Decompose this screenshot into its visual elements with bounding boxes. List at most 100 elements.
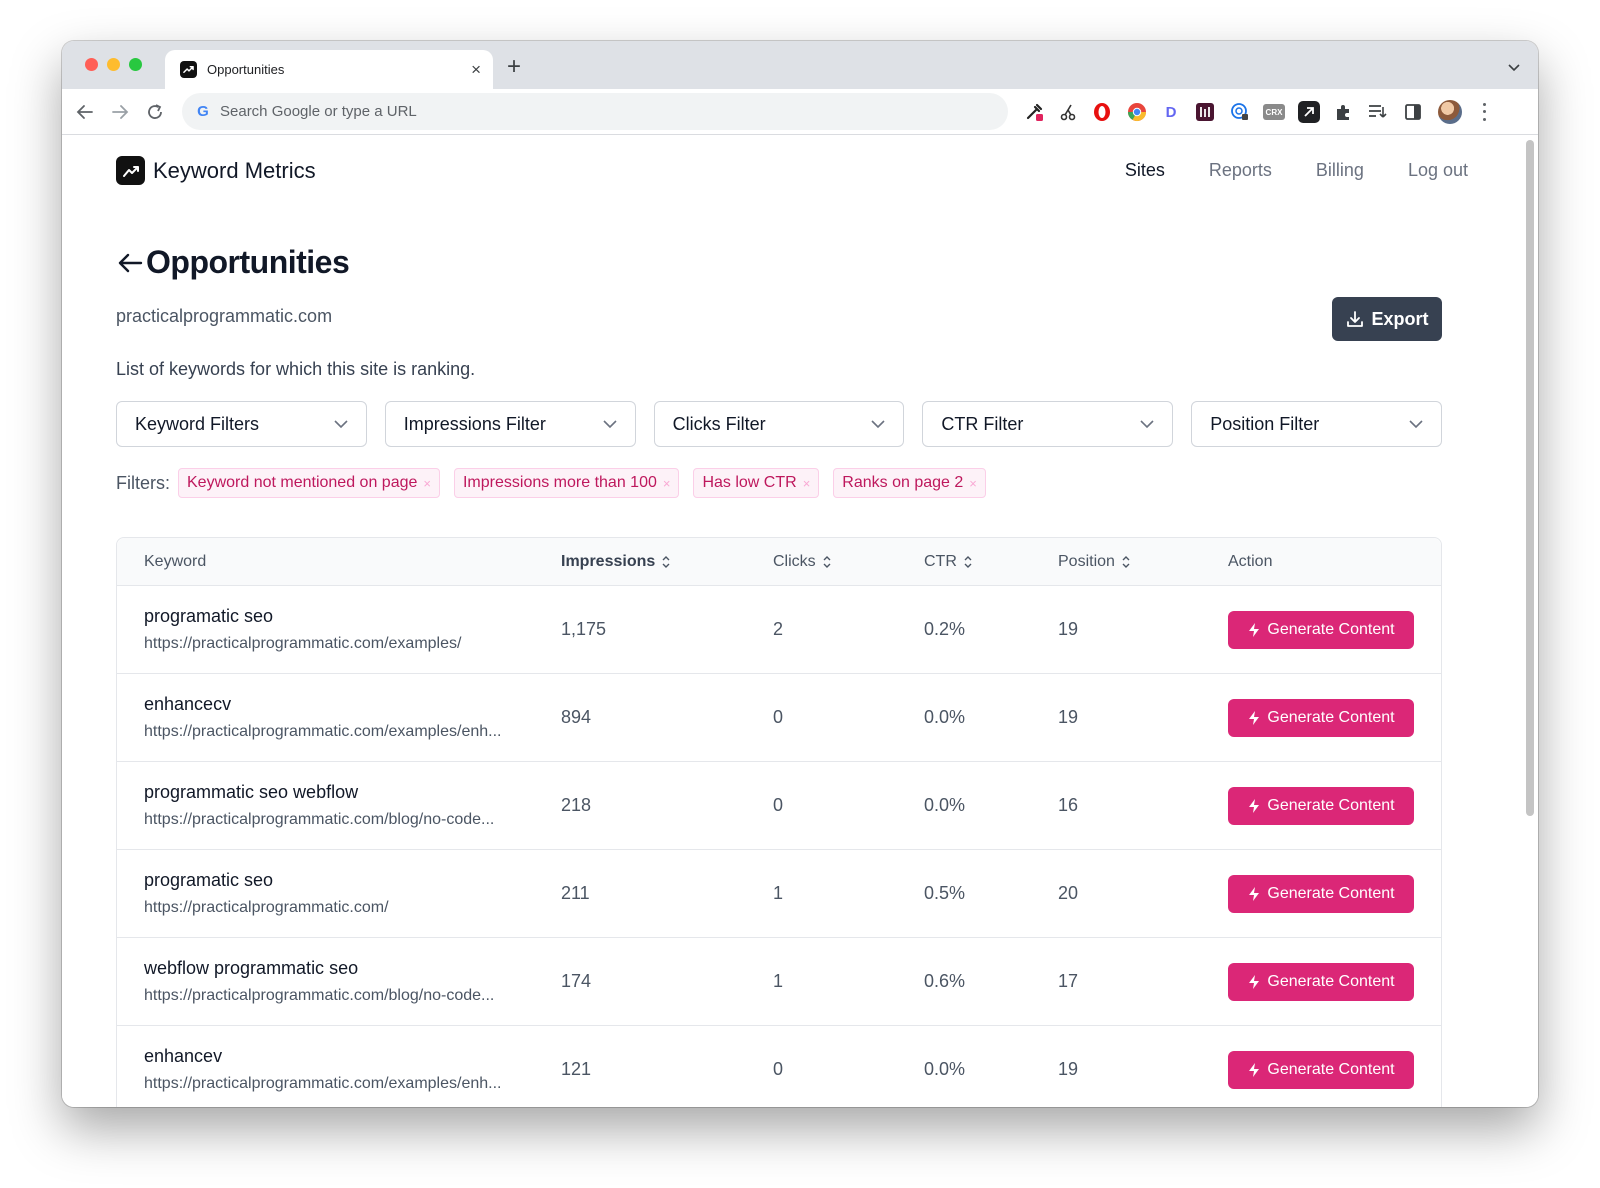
browser-window: Opportunities × + G Search Google or typ… — [62, 41, 1538, 1107]
filter-chip[interactable]: Has low CTR × — [693, 468, 820, 498]
page-title: Opportunities — [146, 244, 350, 280]
sort-clicks[interactable]: Clicks — [773, 553, 832, 571]
eyedropper-icon[interactable] — [1023, 101, 1045, 123]
sidepanel-icon[interactable] — [1402, 101, 1424, 123]
scrollbar[interactable] — [1526, 140, 1534, 816]
header-impressions: Impressions — [561, 552, 656, 570]
crx-icon[interactable]: CRX — [1263, 104, 1285, 120]
position-cell: 19 — [1058, 619, 1079, 639]
back-icon[interactable] — [72, 99, 98, 125]
minimize-window-button[interactable] — [107, 58, 120, 71]
generate-content-label: Generate Content — [1267, 620, 1395, 638]
clicks-cell: 0 — [773, 1059, 784, 1079]
position-cell: 19 — [1058, 707, 1079, 727]
clicks-cell: 1 — [773, 883, 784, 903]
browser-tab[interactable]: Opportunities × — [165, 50, 493, 89]
address-bar[interactable]: G Search Google or type a URL — [182, 93, 1008, 130]
ctr-cell: 0.2% — [924, 619, 966, 639]
bracket-icon[interactable] — [1194, 101, 1216, 123]
forward-icon[interactable] — [107, 99, 133, 125]
sort-ctr[interactable]: CTR — [924, 553, 973, 571]
header-position: Position — [1058, 552, 1115, 570]
close-tab-icon[interactable]: × — [471, 61, 481, 78]
zoom-window-button[interactable] — [129, 58, 142, 71]
keyword-text: enhancecv — [144, 694, 232, 714]
brand[interactable]: Keyword Metrics — [116, 156, 316, 185]
filter-label: Clicks Filter — [672, 413, 766, 434]
new-tab-icon[interactable]: + — [507, 55, 521, 79]
filter-chip[interactable]: Impressions more than 100 × — [453, 468, 680, 498]
close-window-button[interactable] — [85, 58, 98, 71]
remove-filter-icon[interactable]: × — [969, 476, 977, 491]
keyword-url: https://practicalprogrammatic.com/exampl… — [144, 635, 462, 652]
generate-content-button[interactable]: Generate Content — [1228, 610, 1414, 649]
reload-icon[interactable] — [142, 99, 168, 125]
more-menu-icon[interactable] — [1475, 101, 1493, 123]
nav-billing[interactable]: Billing — [1316, 160, 1364, 181]
chevron-down-icon — [1409, 419, 1423, 428]
remove-filter-icon[interactable]: × — [803, 476, 811, 491]
active-filters: Filters: Keyword not mentioned on page ×… — [116, 468, 986, 498]
generate-content-button[interactable]: Generate Content — [1228, 698, 1414, 737]
keyword-url: https://practicalprogrammatic.com/blog/n… — [144, 811, 495, 828]
trend-icon — [180, 61, 197, 78]
header-keyword: Keyword — [144, 552, 207, 570]
sort-impressions[interactable]: Impressions — [561, 553, 671, 571]
clicks-cell: 2 — [773, 619, 784, 639]
nav-sites[interactable]: Sites — [1125, 160, 1165, 181]
position-filter-select[interactable]: Position Filter — [1191, 401, 1442, 447]
table-header: Keyword Impressions Clicks CTR Position … — [117, 538, 1441, 586]
position-cell: 17 — [1058, 971, 1079, 991]
arrow-box-icon[interactable] — [1298, 101, 1320, 123]
globe-lock-icon[interactable] — [1229, 101, 1251, 123]
bolt-icon — [1249, 1062, 1260, 1077]
impressions-cell: 218 — [561, 795, 592, 815]
sort-icon — [964, 555, 972, 568]
keyword-url: https://practicalprogrammatic.com/exampl… — [144, 723, 502, 740]
chevron-down-icon — [1140, 419, 1154, 428]
keyword-text: programatic seo — [144, 870, 274, 890]
keyword-filters-select[interactable]: Keyword Filters — [116, 401, 367, 447]
clicks-filter-select[interactable]: Clicks Filter — [653, 401, 905, 447]
keyword-url: https://practicalprogrammatic.com/exampl… — [144, 1075, 502, 1092]
bolt-icon — [1249, 886, 1260, 901]
puzzle-icon[interactable] — [1332, 101, 1354, 123]
reading-list-icon[interactable] — [1367, 101, 1389, 123]
sort-position[interactable]: Position — [1058, 553, 1131, 571]
tab-title: Opportunities — [207, 62, 285, 77]
generate-content-label: Generate Content — [1267, 796, 1395, 814]
remove-filter-icon[interactable]: × — [663, 476, 671, 491]
chevron-down-icon[interactable] — [1508, 59, 1520, 77]
trend-up-icon — [116, 156, 145, 185]
keyword-text: programmatic seo webflow — [144, 782, 359, 802]
export-button[interactable]: Export — [1332, 297, 1442, 341]
ctr-cell: 0.5% — [924, 883, 966, 903]
filter-chip[interactable]: Keyword not mentioned on page × — [178, 468, 440, 498]
chrome-icon[interactable] — [1126, 101, 1148, 123]
nav-reports[interactable]: Reports — [1209, 160, 1272, 181]
nav-logout[interactable]: Log out — [1408, 160, 1468, 181]
generate-content-button[interactable]: Generate Content — [1228, 1050, 1414, 1089]
opera-icon[interactable] — [1091, 101, 1113, 123]
impressions-filter-select[interactable]: Impressions Filter — [384, 401, 636, 447]
arrow-left-icon[interactable] — [116, 249, 144, 277]
remove-filter-icon[interactable]: × — [423, 476, 431, 491]
filter-chip[interactable]: Ranks on page 2 × — [833, 468, 986, 498]
generate-content-button[interactable]: Generate Content — [1228, 962, 1414, 1001]
keyword-text: programatic seo — [144, 606, 274, 626]
generate-content-button[interactable]: Generate Content — [1228, 786, 1414, 825]
filter-bar: Keyword Filters Impressions Filter Click… — [116, 401, 1442, 447]
ctr-cell: 0.6% — [924, 971, 966, 991]
chevron-down-icon — [334, 419, 348, 428]
filter-label: Keyword Filters — [135, 413, 260, 434]
ctr-filter-select[interactable]: CTR Filter — [922, 401, 1174, 447]
d-icon[interactable]: D — [1160, 101, 1182, 123]
keyword-text: webflow programmatic seo — [144, 958, 359, 978]
table-row: programmatic seo webflow https://practic… — [117, 762, 1441, 850]
table-row: programatic seo https://practicalprogram… — [117, 586, 1441, 674]
generate-content-button[interactable]: Generate Content — [1228, 874, 1414, 913]
ctr-cell: 0.0% — [924, 795, 966, 815]
filter-label: CTR Filter — [941, 413, 1024, 434]
scissors-icon[interactable] — [1057, 101, 1079, 123]
profile-avatar[interactable] — [1438, 100, 1462, 124]
